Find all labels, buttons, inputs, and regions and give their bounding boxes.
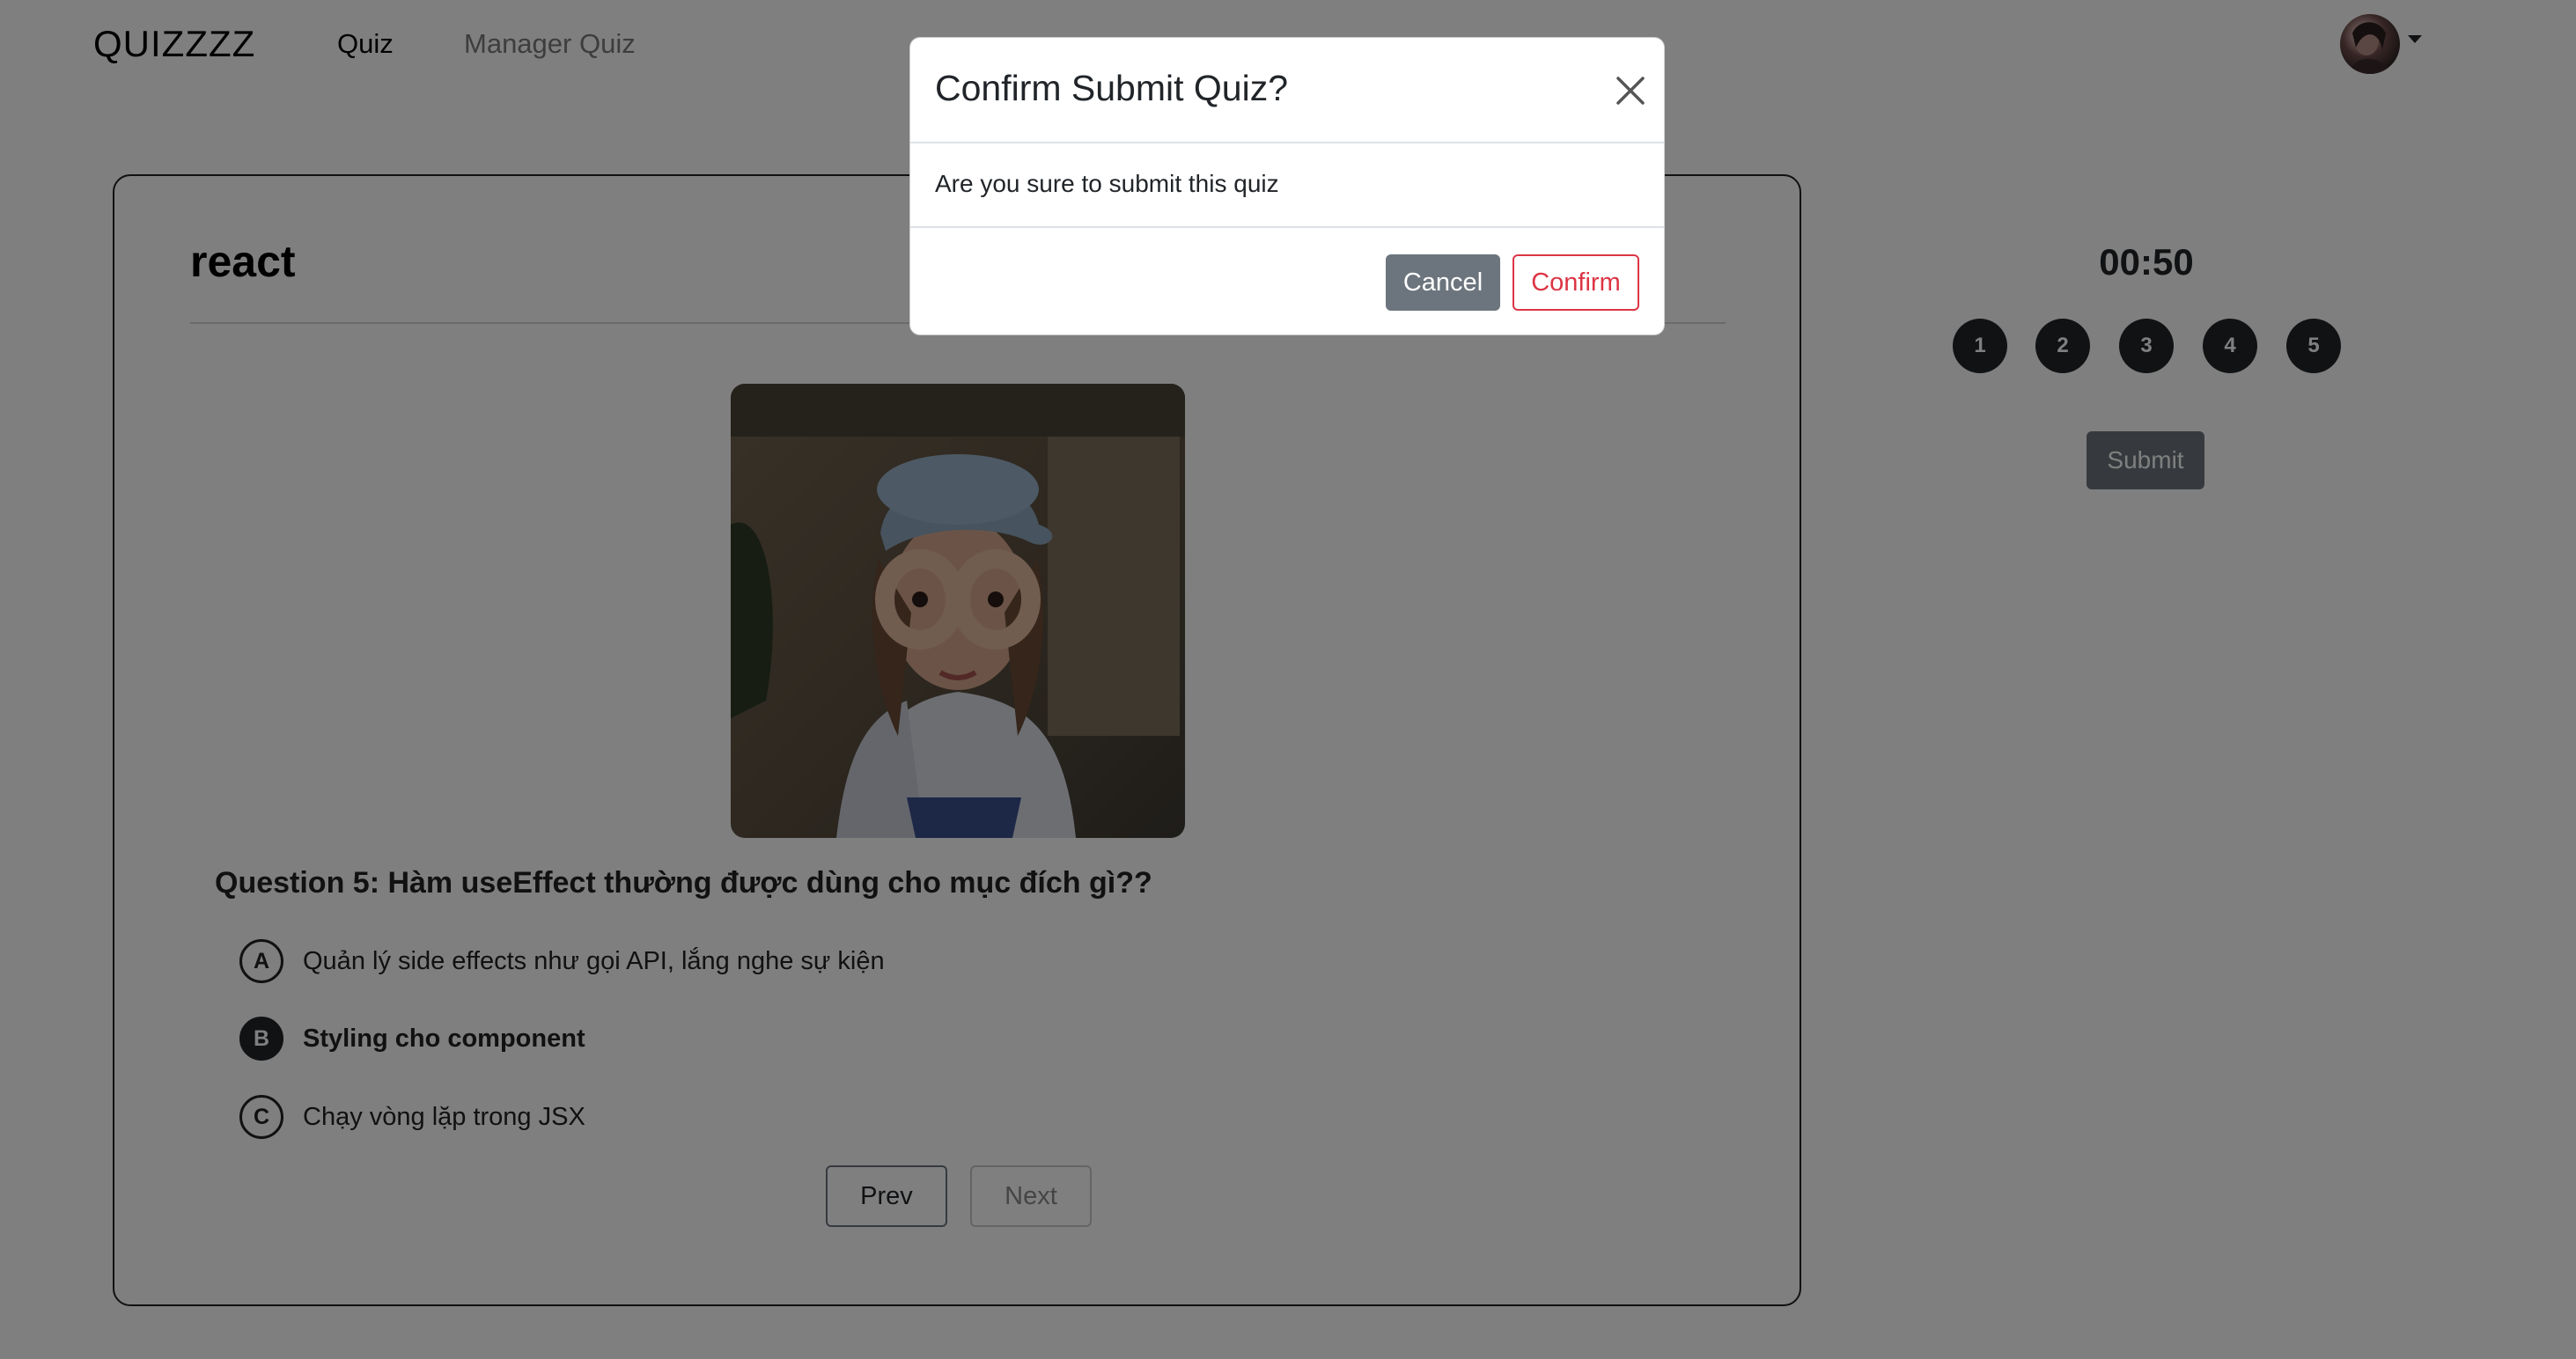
modal-footer-divider xyxy=(910,226,1664,228)
modal-body-text: Are you sure to submit this quiz xyxy=(935,170,1279,197)
cancel-button[interactable]: Cancel xyxy=(1386,254,1500,311)
confirm-submit-modal: Confirm Submit Quiz? Are you sure to sub… xyxy=(909,37,1665,335)
confirm-button[interactable]: Confirm xyxy=(1512,254,1639,311)
modal-header-divider xyxy=(910,142,1664,143)
close-icon[interactable] xyxy=(1613,73,1648,108)
modal-title: Confirm Submit Quiz? xyxy=(935,68,1289,108)
